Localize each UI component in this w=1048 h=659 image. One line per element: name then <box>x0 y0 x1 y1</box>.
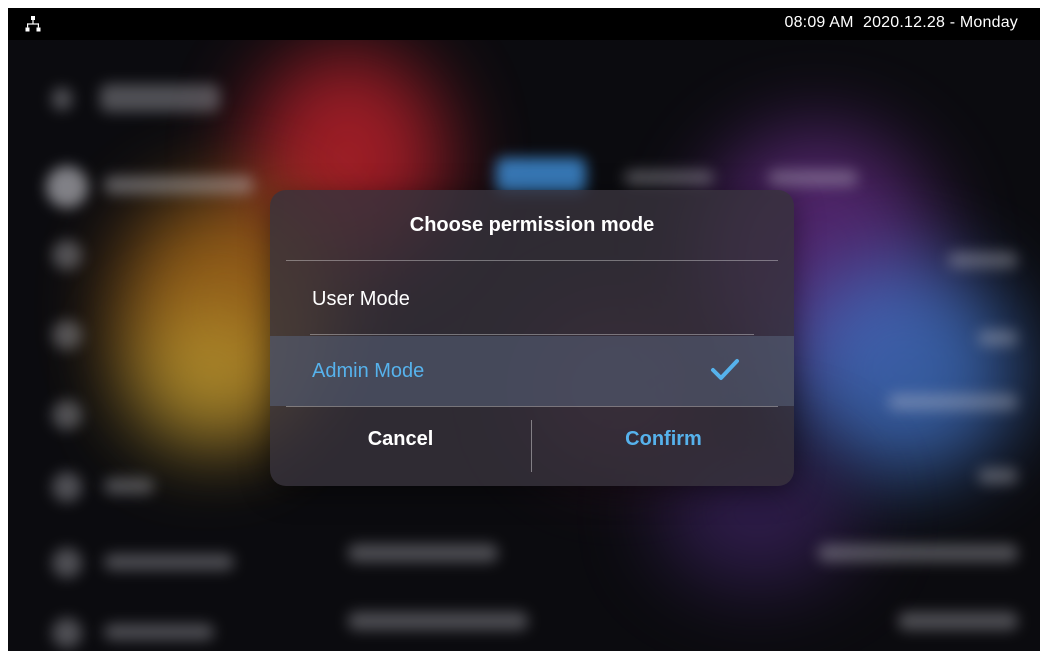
permission-mode-dialog: Choose permission mode User Mode Admin M… <box>270 190 794 486</box>
option-admin-mode-label: Admin Mode <box>312 360 425 382</box>
sidebar-icon-placeholder <box>52 320 82 350</box>
status-time-date: 08:09 AM 2020.12.28 - Monday <box>784 14 1018 31</box>
row-label-placeholder <box>348 544 498 562</box>
option-user-mode[interactable]: User Mode <box>270 262 794 334</box>
value-placeholder <box>978 468 1018 484</box>
background-glow <box>788 258 1018 478</box>
network-icon <box>25 16 41 32</box>
sidebar-icon-placeholder <box>52 548 82 578</box>
sidebar-icon-placeholder <box>52 240 82 270</box>
row-label-placeholder <box>348 612 528 630</box>
status-bar: 08:09 AM 2020.12.28 - Monday <box>8 8 1040 40</box>
option-user-mode-label: User Mode <box>312 288 410 310</box>
background-glow <box>128 308 288 448</box>
sidebar-icon-placeholder <box>52 472 82 502</box>
row-value-placeholder <box>818 544 1018 562</box>
sidebar-label-placeholder <box>104 554 234 570</box>
value-placeholder <box>978 330 1018 346</box>
value-placeholder <box>948 252 1018 268</box>
tab-placeholder <box>768 170 858 186</box>
sidebar-icon-placeholder <box>52 618 82 648</box>
tab-placeholder <box>496 158 586 194</box>
back-arrow-placeholder <box>52 88 72 110</box>
sidebar-icon-placeholder <box>52 400 82 430</box>
title-divider <box>286 260 778 261</box>
option-divider <box>310 334 754 335</box>
sidebar-label-placeholder <box>104 624 214 640</box>
option-admin-mode[interactable]: Admin Mode <box>270 336 794 406</box>
row-value-placeholder <box>898 612 1018 630</box>
header-title-placeholder <box>100 84 220 112</box>
options-bottom-divider <box>286 406 778 407</box>
sidebar-label-placeholder <box>104 478 154 494</box>
value-placeholder <box>888 394 1018 410</box>
dialog-title: Choose permission mode <box>409 214 655 236</box>
button-divider <box>531 420 532 472</box>
cancel-button[interactable]: Cancel <box>270 408 531 486</box>
sidebar-icon-placeholder <box>46 166 88 208</box>
confirm-button[interactable]: Confirm <box>533 408 794 486</box>
sidebar-label-placeholder <box>104 176 254 194</box>
tab-placeholder <box>624 170 714 186</box>
check-icon <box>711 359 739 380</box>
